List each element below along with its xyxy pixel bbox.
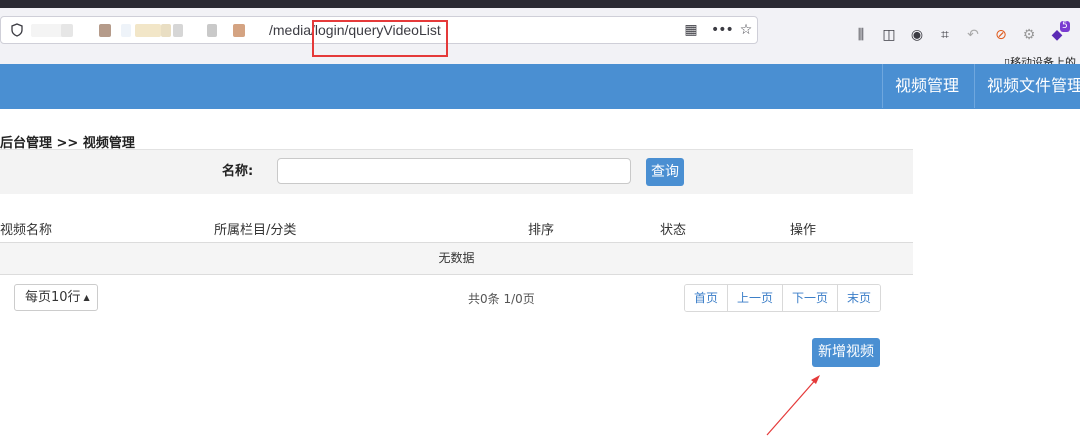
nav-video-file-management[interactable]: 视频文件管理	[974, 64, 1080, 108]
empty-table-row: 无数据	[0, 243, 913, 275]
shield-icon[interactable]	[11, 23, 23, 37]
sidebar-icon[interactable]: ◫	[880, 26, 898, 44]
account-icon[interactable]: ◉	[908, 26, 926, 44]
browser-toolbar: /media/login/queryVideoList ▦ ••• ☆ ⫼ ◫ …	[0, 8, 1080, 69]
table-header: 视频名称 所属栏目/分类 排序 状态 操作	[0, 213, 913, 243]
search-panel: 名称: 查询	[0, 149, 913, 194]
last-page-button[interactable]: 末页	[837, 285, 881, 311]
page-size-dropdown[interactable]: 每页10行 ▲	[14, 284, 98, 311]
name-label: 名称:	[222, 164, 254, 179]
annotation-arrow	[766, 375, 820, 436]
redacted-url-block	[207, 24, 217, 37]
first-page-button[interactable]: 首页	[685, 285, 728, 311]
extension-icon[interactable]: ⚙	[1020, 26, 1038, 44]
bookmark-star-icon[interactable]: ☆	[738, 22, 754, 38]
nav-video-management[interactable]: 视频管理	[882, 64, 971, 108]
address-bar[interactable]: /media/login/queryVideoList ▦ ••• ☆	[0, 16, 758, 57]
column-category: 所属栏目/分类	[214, 223, 297, 238]
blocked-icon[interactable]: ⊘	[992, 26, 1010, 44]
next-page-button[interactable]: 下一页	[782, 285, 838, 311]
column-sort: 排序	[528, 223, 555, 238]
redacted-url-block	[135, 24, 161, 37]
pagination: 首页 上一页 下一页 末页	[684, 284, 882, 312]
page-size-label: 每页10行	[25, 290, 81, 305]
notification-badge: 5	[1060, 21, 1070, 32]
prev-page-button[interactable]: 上一页	[727, 285, 783, 311]
page-info: 共0条 1/0页	[468, 292, 535, 306]
query-button[interactable]: 查询	[646, 158, 684, 186]
column-video-name: 视频名称	[0, 223, 53, 238]
redacted-url-block	[61, 24, 73, 37]
name-search-input[interactable]	[277, 158, 631, 184]
app-header-bar: 视频管理 视频文件管理	[0, 64, 1080, 109]
add-video-button[interactable]: 新增视频	[812, 338, 880, 367]
back-icon[interactable]: ↶	[964, 26, 982, 44]
crop-icon[interactable]: ⌗	[936, 26, 954, 44]
qr-code-icon[interactable]: ▦	[683, 22, 699, 38]
library-icon[interactable]: ⫼	[852, 26, 870, 44]
window-titlebar-strip	[0, 0, 1080, 8]
redacted-url-block	[161, 24, 171, 37]
more-options-icon[interactable]: •••	[711, 22, 734, 38]
redacted-url-block	[173, 24, 183, 37]
column-actions: 操作	[790, 223, 817, 238]
caret-up-icon: ▲	[83, 293, 90, 302]
annotation-highlight-box	[312, 20, 448, 57]
redacted-url-block	[121, 24, 131, 37]
redacted-url-block	[99, 24, 111, 37]
redacted-url-block	[233, 24, 245, 37]
column-status: 状态	[660, 223, 687, 238]
